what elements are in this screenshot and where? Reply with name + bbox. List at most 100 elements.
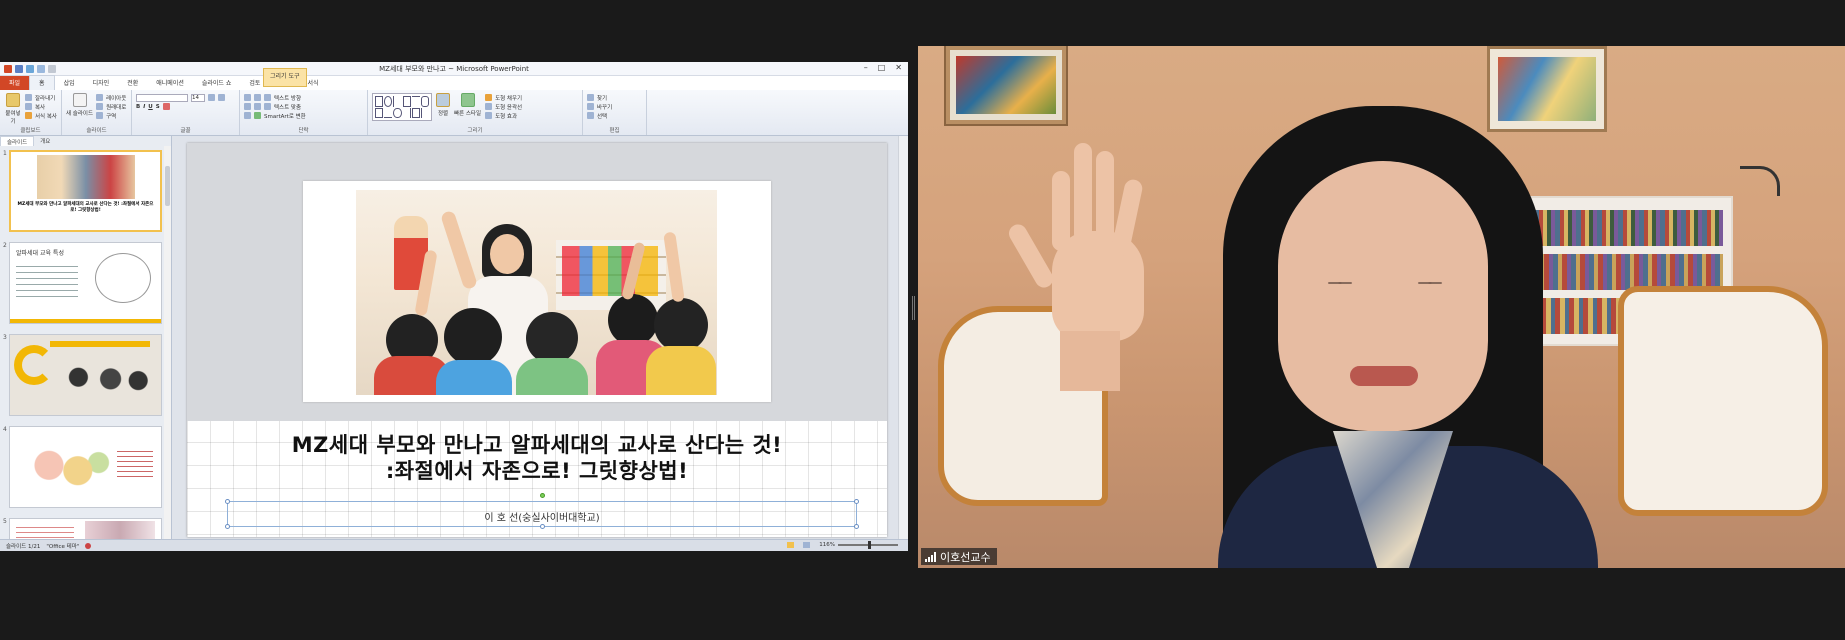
close-button[interactable]: ✕ xyxy=(895,63,902,72)
font-color-icon[interactable] xyxy=(162,103,170,110)
new-slide-button[interactable]: 새 슬라이드 xyxy=(66,109,93,117)
thumbnail-footer-bar xyxy=(10,319,161,323)
smartart-icon xyxy=(254,112,261,119)
slide-canvas[interactable]: MZ세대 부모와 만나고 알파세대의 교사로 산다는 것! :좌절에서 자존으로… xyxy=(187,143,887,537)
resize-handle[interactable] xyxy=(225,499,230,504)
align-center-icon[interactable] xyxy=(254,103,261,110)
tab-design[interactable]: 디자인 xyxy=(84,76,119,90)
cut-icon xyxy=(25,94,32,101)
tab-insert[interactable]: 삽입 xyxy=(55,76,84,90)
section-button[interactable]: 구역 xyxy=(106,112,116,120)
theme-name: "Office 테마" xyxy=(46,543,80,550)
slide-thumbnail-2[interactable]: 알파세대 교육 특성 xyxy=(9,242,162,324)
normal-view-icon[interactable] xyxy=(787,542,795,548)
tab-outline-panel[interactable]: 개요 xyxy=(34,136,56,146)
tab-home[interactable]: 홈 xyxy=(29,75,55,90)
new-slide-icon[interactable] xyxy=(72,93,87,107)
resize-handle[interactable] xyxy=(540,524,545,529)
select-button[interactable]: 선택 xyxy=(597,112,607,120)
reset-button[interactable]: 원래대로 xyxy=(106,103,126,111)
resize-handle[interactable] xyxy=(225,524,230,529)
participant-name-tag: 이호선교수 xyxy=(921,548,997,565)
author-text: 이 호 선(숭실사이버대학교) xyxy=(484,513,600,524)
thumbnail-side-text xyxy=(117,447,153,477)
scrollbar-thumb[interactable] xyxy=(165,166,170,206)
rotate-handle[interactable] xyxy=(540,493,545,498)
resize-handle[interactable] xyxy=(854,524,859,529)
maximize-button[interactable]: □ xyxy=(878,63,886,72)
thumbnail-chart xyxy=(14,345,54,385)
tab-file[interactable]: 파일 xyxy=(0,76,30,90)
author-textbox[interactable]: 이 호 선(숭실사이버대학교) xyxy=(225,493,859,529)
underline-button[interactable]: U xyxy=(148,104,152,110)
tab-slideshow[interactable]: 슬라이드 쇼 xyxy=(193,76,241,90)
group-paragraph: 텍스트 방향 텍스트 맞춤 SmartArt로 변환 단락 xyxy=(240,90,368,135)
shapes-gallery[interactable] xyxy=(372,93,432,121)
arrange-button[interactable]: 정렬 xyxy=(436,109,450,117)
split-divider-handle[interactable] xyxy=(912,296,915,320)
group-drawing: 정렬 빠른 스타일 도형 채우기 도형 윤곽선 도형 효과 그리기 xyxy=(368,90,583,135)
arrange-icon[interactable] xyxy=(436,93,450,107)
find-button[interactable]: 찾기 xyxy=(597,94,607,102)
photo-raised-hand-2 xyxy=(663,231,685,303)
shape-fill-button[interactable]: 도형 채우기 xyxy=(495,94,522,102)
photo-child-5 xyxy=(654,298,708,352)
zoom-slider[interactable] xyxy=(838,541,898,549)
font-size-select[interactable]: 14 xyxy=(191,93,205,102)
connection-signal-icon xyxy=(925,551,936,562)
align-left-icon[interactable] xyxy=(244,103,251,110)
italic-button[interactable]: I xyxy=(143,104,145,110)
slide-thumbnail-3[interactable] xyxy=(9,334,162,416)
zoom-control[interactable]: 116% xyxy=(781,541,898,549)
group-editing: 찾기 바꾸기 선택 편집 xyxy=(583,90,647,135)
speaker-raised-hand xyxy=(1005,141,1172,391)
painting-left xyxy=(946,46,1066,124)
strikethrough-button[interactable]: S xyxy=(156,104,160,110)
bold-button[interactable]: B xyxy=(136,104,140,110)
shape-outline-button[interactable]: 도형 윤곽선 xyxy=(495,103,522,111)
thumbnail-text-lines xyxy=(16,261,78,301)
paste-icon[interactable] xyxy=(6,93,20,107)
shared-screen-powerpoint[interactable]: MZ세대 부모와 만나고 ~ Microsoft PowerPoint – □ … xyxy=(0,62,908,551)
bullets-icon[interactable] xyxy=(244,94,251,101)
layout-button[interactable]: 레이아웃 xyxy=(106,94,126,102)
tab-context-drawing-tools[interactable]: 그리기 도구 xyxy=(263,68,307,87)
shrink-font-icon[interactable] xyxy=(218,94,225,101)
slide-thumbnail-4[interactable] xyxy=(9,426,162,508)
sorter-view-icon[interactable] xyxy=(803,542,811,548)
speaker-eyes xyxy=(1310,276,1460,290)
thumbnail-number: 1 xyxy=(3,150,7,157)
resize-handle[interactable] xyxy=(854,499,859,504)
align-text-button[interactable]: 텍스트 맞춤 xyxy=(274,103,301,111)
replace-button[interactable]: 바꾸기 xyxy=(597,103,612,111)
numbering-icon[interactable] xyxy=(254,94,261,101)
tab-transitions[interactable]: 전환 xyxy=(118,76,147,90)
speaker-video-tile[interactable]: 이호선교수 xyxy=(918,46,1845,568)
paste-button[interactable]: 붙여넣기 xyxy=(4,109,22,125)
slide-image-frame[interactable] xyxy=(303,181,771,402)
quick-styles-button[interactable]: 빠른 스타일 xyxy=(454,109,481,117)
columns-icon[interactable] xyxy=(244,112,251,119)
thumbnail-scrollbar[interactable] xyxy=(164,146,171,539)
font-name-select[interactable] xyxy=(136,93,188,102)
tab-slides-panel[interactable]: 슬라이드 xyxy=(0,136,35,146)
minimize-button[interactable]: – xyxy=(864,63,868,72)
copy-button[interactable]: 복사 xyxy=(35,103,45,111)
slide-vertical-scrollbar[interactable] xyxy=(898,136,908,539)
grow-font-icon[interactable] xyxy=(208,94,215,101)
section-icon xyxy=(96,112,104,119)
photo-teacher-arm xyxy=(439,209,479,291)
window-title-bar: MZ세대 부모와 만나고 ~ Microsoft PowerPoint – □ … xyxy=(0,62,908,76)
editor-workarea: 슬라이드 개요 1 MZ세대 부모와 만나고 알파세대의 교사로 산다는 것! … xyxy=(0,136,908,546)
slide-thumbnail-1[interactable]: MZ세대 부모와 만나고 알파세대의 교사로 산다는 것! :좌절에서 자존으로… xyxy=(9,150,162,232)
slide-title-line-2[interactable]: :좌절에서 자존으로! 그릿향상법! xyxy=(187,455,887,485)
format-painter-button[interactable]: 서식 복사 xyxy=(35,112,57,120)
text-direction-button[interactable]: 텍스트 방향 xyxy=(274,94,301,102)
shape-effects-button[interactable]: 도형 효과 xyxy=(495,112,517,120)
cut-button[interactable]: 잘라내기 xyxy=(35,94,55,102)
photo-child-3 xyxy=(526,312,578,364)
tab-animations[interactable]: 애니메이션 xyxy=(147,76,193,90)
quick-styles-icon[interactable] xyxy=(460,93,475,107)
zoom-slider-thumb[interactable] xyxy=(868,541,871,549)
smartart-button[interactable]: SmartArt로 변환 xyxy=(264,112,306,120)
